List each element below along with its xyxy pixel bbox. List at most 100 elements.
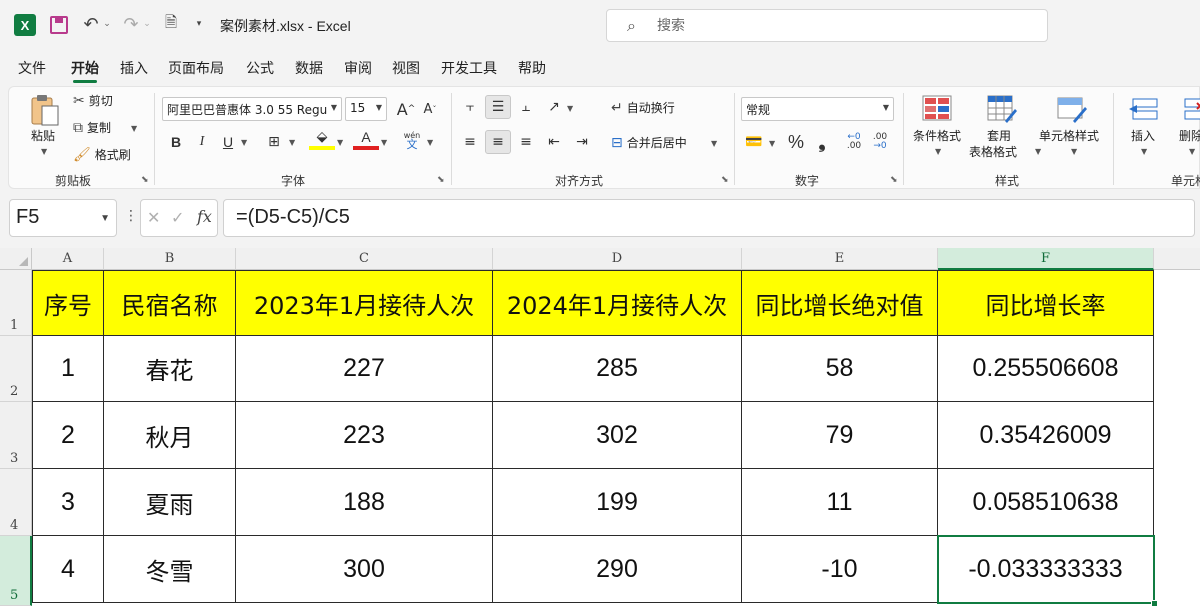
copy-dropdown-icon[interactable]: ▼: [131, 124, 137, 133]
tab-insert[interactable]: 插入: [120, 58, 148, 78]
merge-dropdown-icon[interactable]: ▼: [711, 139, 717, 148]
cell-styles-icon[interactable]: [1057, 95, 1087, 123]
cell-styles-dropdown-icon[interactable]: ▼: [1071, 147, 1077, 156]
undo-dropdown-icon[interactable]: ⌄: [102, 12, 112, 36]
table-cell[interactable]: 0.255506608: [938, 336, 1154, 402]
header-cell-f1[interactable]: 同比增长率: [938, 270, 1154, 336]
column-header-c[interactable]: C: [236, 248, 493, 270]
decrease-indent-icon[interactable]: ⇤: [541, 130, 567, 154]
phonetic-dropdown-icon[interactable]: ▼: [427, 138, 433, 147]
header-cell-d1[interactable]: 2024年1月接待人次: [493, 270, 742, 336]
align-middle-icon[interactable]: ☰: [485, 95, 511, 119]
borders-dropdown-icon[interactable]: ▼: [289, 138, 295, 147]
worksheet-grid[interactable]: A B C D E F 1 2 3 4 5 序号 民宿名称 2023年1月接待人…: [0, 248, 1200, 606]
table-cell[interactable]: 11: [742, 469, 938, 536]
format-as-table-label-1[interactable]: 套用: [987, 127, 1011, 144]
save-icon[interactable]: [50, 16, 68, 34]
undo-icon[interactable]: ↶: [80, 12, 102, 36]
number-launcher-icon[interactable]: ⬊: [890, 175, 898, 185]
decrease-font-size-icon[interactable]: Aˇ: [417, 97, 443, 121]
table-cell[interactable]: 3: [32, 469, 104, 536]
delete-button[interactable]: 删除: [1179, 127, 1200, 144]
table-cell[interactable]: 227: [236, 336, 493, 402]
paste-icon[interactable]: [29, 93, 61, 127]
align-right-icon[interactable]: ≡: [513, 130, 539, 154]
customize-qat-icon[interactable]: ▾: [192, 12, 206, 36]
fill-handle[interactable]: [1151, 600, 1158, 606]
comma-style-button[interactable]: ❟: [809, 130, 835, 154]
cell-styles-button[interactable]: 单元格样式: [1039, 127, 1099, 144]
table-cell[interactable]: 春花: [104, 336, 236, 402]
tab-page-layout[interactable]: 页面布局: [168, 58, 224, 78]
increase-font-size-icon[interactable]: A ^: [393, 97, 419, 121]
header-cell-b1[interactable]: 民宿名称: [104, 270, 236, 336]
tab-file[interactable]: 文件: [18, 58, 46, 78]
table-cell[interactable]: 2: [32, 402, 104, 469]
insert-button[interactable]: 插入: [1131, 127, 1155, 144]
orientation-dropdown-icon[interactable]: ▼: [567, 104, 573, 113]
tab-developer[interactable]: 开发工具: [441, 58, 497, 78]
clipboard-launcher-icon[interactable]: ⬊: [141, 175, 149, 185]
insert-dropdown-icon[interactable]: ▼: [1141, 147, 1147, 156]
delete-cells-icon[interactable]: [1181, 95, 1200, 123]
table-cell[interactable]: 1: [32, 336, 104, 402]
fill-color-dropdown-icon[interactable]: ▼: [337, 138, 343, 147]
table-cell[interactable]: 199: [493, 469, 742, 536]
tab-data[interactable]: 数据: [295, 58, 323, 78]
table-cell[interactable]: 秋月: [104, 402, 236, 469]
percent-button[interactable]: %: [783, 130, 809, 154]
cut-button[interactable]: ✂ 剪切: [73, 92, 113, 109]
table-cell[interactable]: 58: [742, 336, 938, 402]
table-cell[interactable]: 290: [493, 536, 742, 603]
format-painter-button[interactable]: 🖌 格式刷: [73, 146, 131, 163]
table-format-dropdown-icon[interactable]: ▼: [1035, 147, 1041, 156]
fill-color-icon[interactable]: ⬙: [309, 128, 335, 150]
tab-view[interactable]: 视图: [392, 58, 420, 78]
header-cell-a1[interactable]: 序号: [32, 270, 104, 336]
table-cell[interactable]: 0.058510638: [938, 469, 1154, 536]
table-cell[interactable]: 4: [32, 536, 104, 603]
conditional-dropdown-icon[interactable]: ▼: [935, 147, 941, 156]
chevron-down-icon[interactable]: ▼: [100, 213, 110, 224]
redo-dropdown-icon[interactable]: ⌄: [142, 12, 152, 36]
tab-formulas[interactable]: 公式: [246, 58, 274, 78]
insert-function-icon[interactable]: fx: [197, 207, 212, 226]
table-cell[interactable]: 0.35426009: [938, 402, 1154, 469]
formula-input[interactable]: =(D5-C5)/C5: [223, 199, 1195, 237]
align-bottom-icon[interactable]: ⫠: [513, 95, 539, 119]
paste-button[interactable]: 粘贴: [31, 127, 55, 144]
font-launcher-icon[interactable]: ⬊: [437, 175, 445, 185]
row-header-5[interactable]: 5: [0, 536, 32, 606]
paste-dropdown-icon[interactable]: ▼: [41, 147, 47, 156]
insert-cells-icon[interactable]: [1129, 95, 1159, 123]
borders-icon[interactable]: ⊞: [261, 130, 287, 154]
increase-indent-icon[interactable]: ⇥: [569, 130, 595, 154]
format-as-table-button[interactable]: 表格格式: [969, 143, 1017, 160]
align-top-icon[interactable]: ⫟: [457, 95, 483, 119]
column-header-f[interactable]: F: [938, 248, 1154, 270]
table-cell[interactable]: -0.033333333: [938, 536, 1154, 603]
table-cell[interactable]: -10: [742, 536, 938, 603]
table-cell[interactable]: 285: [493, 336, 742, 402]
wrap-text-button[interactable]: ↵ 自动换行: [611, 99, 675, 116]
cancel-icon[interactable]: ✕: [147, 208, 160, 227]
print-preview-icon[interactable]: 🗎: [162, 12, 180, 36]
alignment-launcher-icon[interactable]: ⬊: [721, 175, 729, 185]
italic-button[interactable]: I: [189, 130, 215, 154]
table-cell[interactable]: 188: [236, 469, 493, 536]
format-as-table-icon[interactable]: [987, 95, 1017, 123]
tab-review[interactable]: 审阅: [344, 58, 372, 78]
font-name-select[interactable]: 阿里巴巴普惠体 3.0 55 Regu ▼: [162, 97, 342, 121]
search-input[interactable]: [657, 14, 1037, 38]
conditional-formatting-icon[interactable]: [922, 95, 952, 123]
column-header-e[interactable]: E: [742, 248, 938, 270]
copy-button[interactable]: ⧉ 复制: [73, 119, 111, 136]
phonetic-guide-icon[interactable]: wén 文: [399, 128, 425, 152]
currency-dropdown-icon[interactable]: ▼: [769, 139, 775, 148]
check-icon[interactable]: ✓: [171, 208, 184, 227]
row-header-3[interactable]: 3: [0, 402, 32, 469]
delete-dropdown-icon[interactable]: ▼: [1189, 147, 1195, 156]
table-cell[interactable]: 300: [236, 536, 493, 603]
number-format-select[interactable]: 常规 ▼: [741, 97, 894, 121]
column-header-a[interactable]: A: [32, 248, 104, 270]
